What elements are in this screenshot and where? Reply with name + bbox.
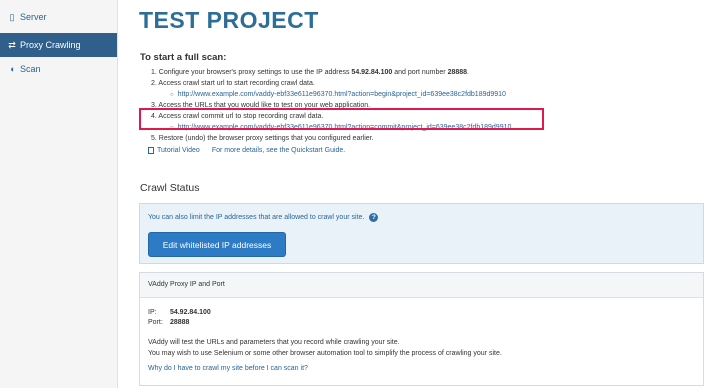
tutorial-video-link[interactable]: Tutorial Video bbox=[157, 147, 200, 154]
step-5: 5. Restore (undo) the browser proxy sett… bbox=[151, 135, 374, 142]
sidebar-item-label: Scan bbox=[20, 64, 41, 74]
ip-value: 54.92.84.100 bbox=[169, 309, 211, 316]
sidebar-item-proxy-crawling[interactable]: ⇄ Proxy Crawling bbox=[0, 33, 117, 57]
crawl-faq-link[interactable]: Why do I have to crawl my site before I … bbox=[148, 365, 308, 372]
help-icon[interactable]: ? bbox=[369, 213, 379, 222]
sidebar-item-label: Server bbox=[20, 12, 47, 22]
edit-whitelisted-ip-button[interactable]: Edit whitelisted IP addresses bbox=[148, 232, 286, 257]
sidebar: ▯ Server ⇄ Proxy Crawling ◖ Scan bbox=[0, 0, 118, 388]
step-1-text-mid: and port number bbox=[392, 69, 448, 76]
crawl-start-url-item: ○ http://www.example.com/vaddy-ebf33e611e… bbox=[151, 89, 691, 100]
panel-heading: VAddy Proxy IP and Port bbox=[140, 273, 703, 298]
proxy-port: 28888 bbox=[447, 69, 468, 76]
port-value: 28888 bbox=[169, 319, 190, 326]
sidebar-item-scan[interactable]: ◖ Scan bbox=[0, 57, 117, 81]
sidebar-item-server[interactable]: ▯ Server bbox=[0, 5, 117, 29]
sidebar-item-label: Proxy Crawling bbox=[20, 40, 81, 50]
panel-note-1: VAddy will test the URLs and parameters … bbox=[148, 339, 400, 346]
info-text: You can also limit the IP addresses that… bbox=[148, 214, 365, 221]
step-1-text-end: . bbox=[467, 69, 469, 76]
port-row: Port: 28888 bbox=[148, 319, 189, 326]
commit-step-highlight bbox=[139, 108, 544, 130]
port-label: Port: bbox=[148, 319, 163, 326]
arrows-icon: ⇄ bbox=[8, 39, 16, 50]
crawl-start-url-link[interactable]: http://www.example.com/vaddy-ebf33e611e9… bbox=[178, 91, 506, 98]
video-icon bbox=[148, 147, 154, 154]
server-icon: ▯ bbox=[9, 11, 15, 22]
instruction-list: 1. Configure your browser's proxy settin… bbox=[151, 67, 691, 144]
proxy-ip: 54.92.84.100 bbox=[351, 69, 393, 76]
shield-icon: ◖ bbox=[9, 64, 15, 74]
crawl-status-heading: Crawl Status bbox=[140, 182, 200, 194]
help-links: Tutorial Video For more details, see the… bbox=[148, 147, 345, 154]
info-text-row: You can also limit the IP addresses that… bbox=[148, 213, 379, 222]
ip-label: IP: bbox=[148, 309, 157, 316]
step-1-text: 1. Configure your browser's proxy settin… bbox=[151, 69, 352, 76]
ip-whitelist-info-box: You can also limit the IP addresses that… bbox=[139, 203, 704, 264]
proxy-info-panel: VAddy Proxy IP and Port IP: 54.92.84.100… bbox=[139, 272, 704, 386]
bullet-icon: ○ bbox=[170, 92, 174, 98]
step-1: 1. Configure your browser's proxy settin… bbox=[151, 67, 691, 78]
page-title: TEST PROJECT bbox=[139, 7, 319, 33]
quickstart-guide-link[interactable]: For more details, see the Quickstart Gui… bbox=[212, 147, 345, 154]
section-subtitle: To start a full scan: bbox=[140, 52, 227, 63]
panel-note-2: You may wish to use Selenium or some oth… bbox=[148, 350, 502, 357]
step-2: 2. Access crawl start url to start recor… bbox=[151, 80, 315, 87]
ip-row: IP: 54.92.84.100 bbox=[148, 309, 211, 316]
